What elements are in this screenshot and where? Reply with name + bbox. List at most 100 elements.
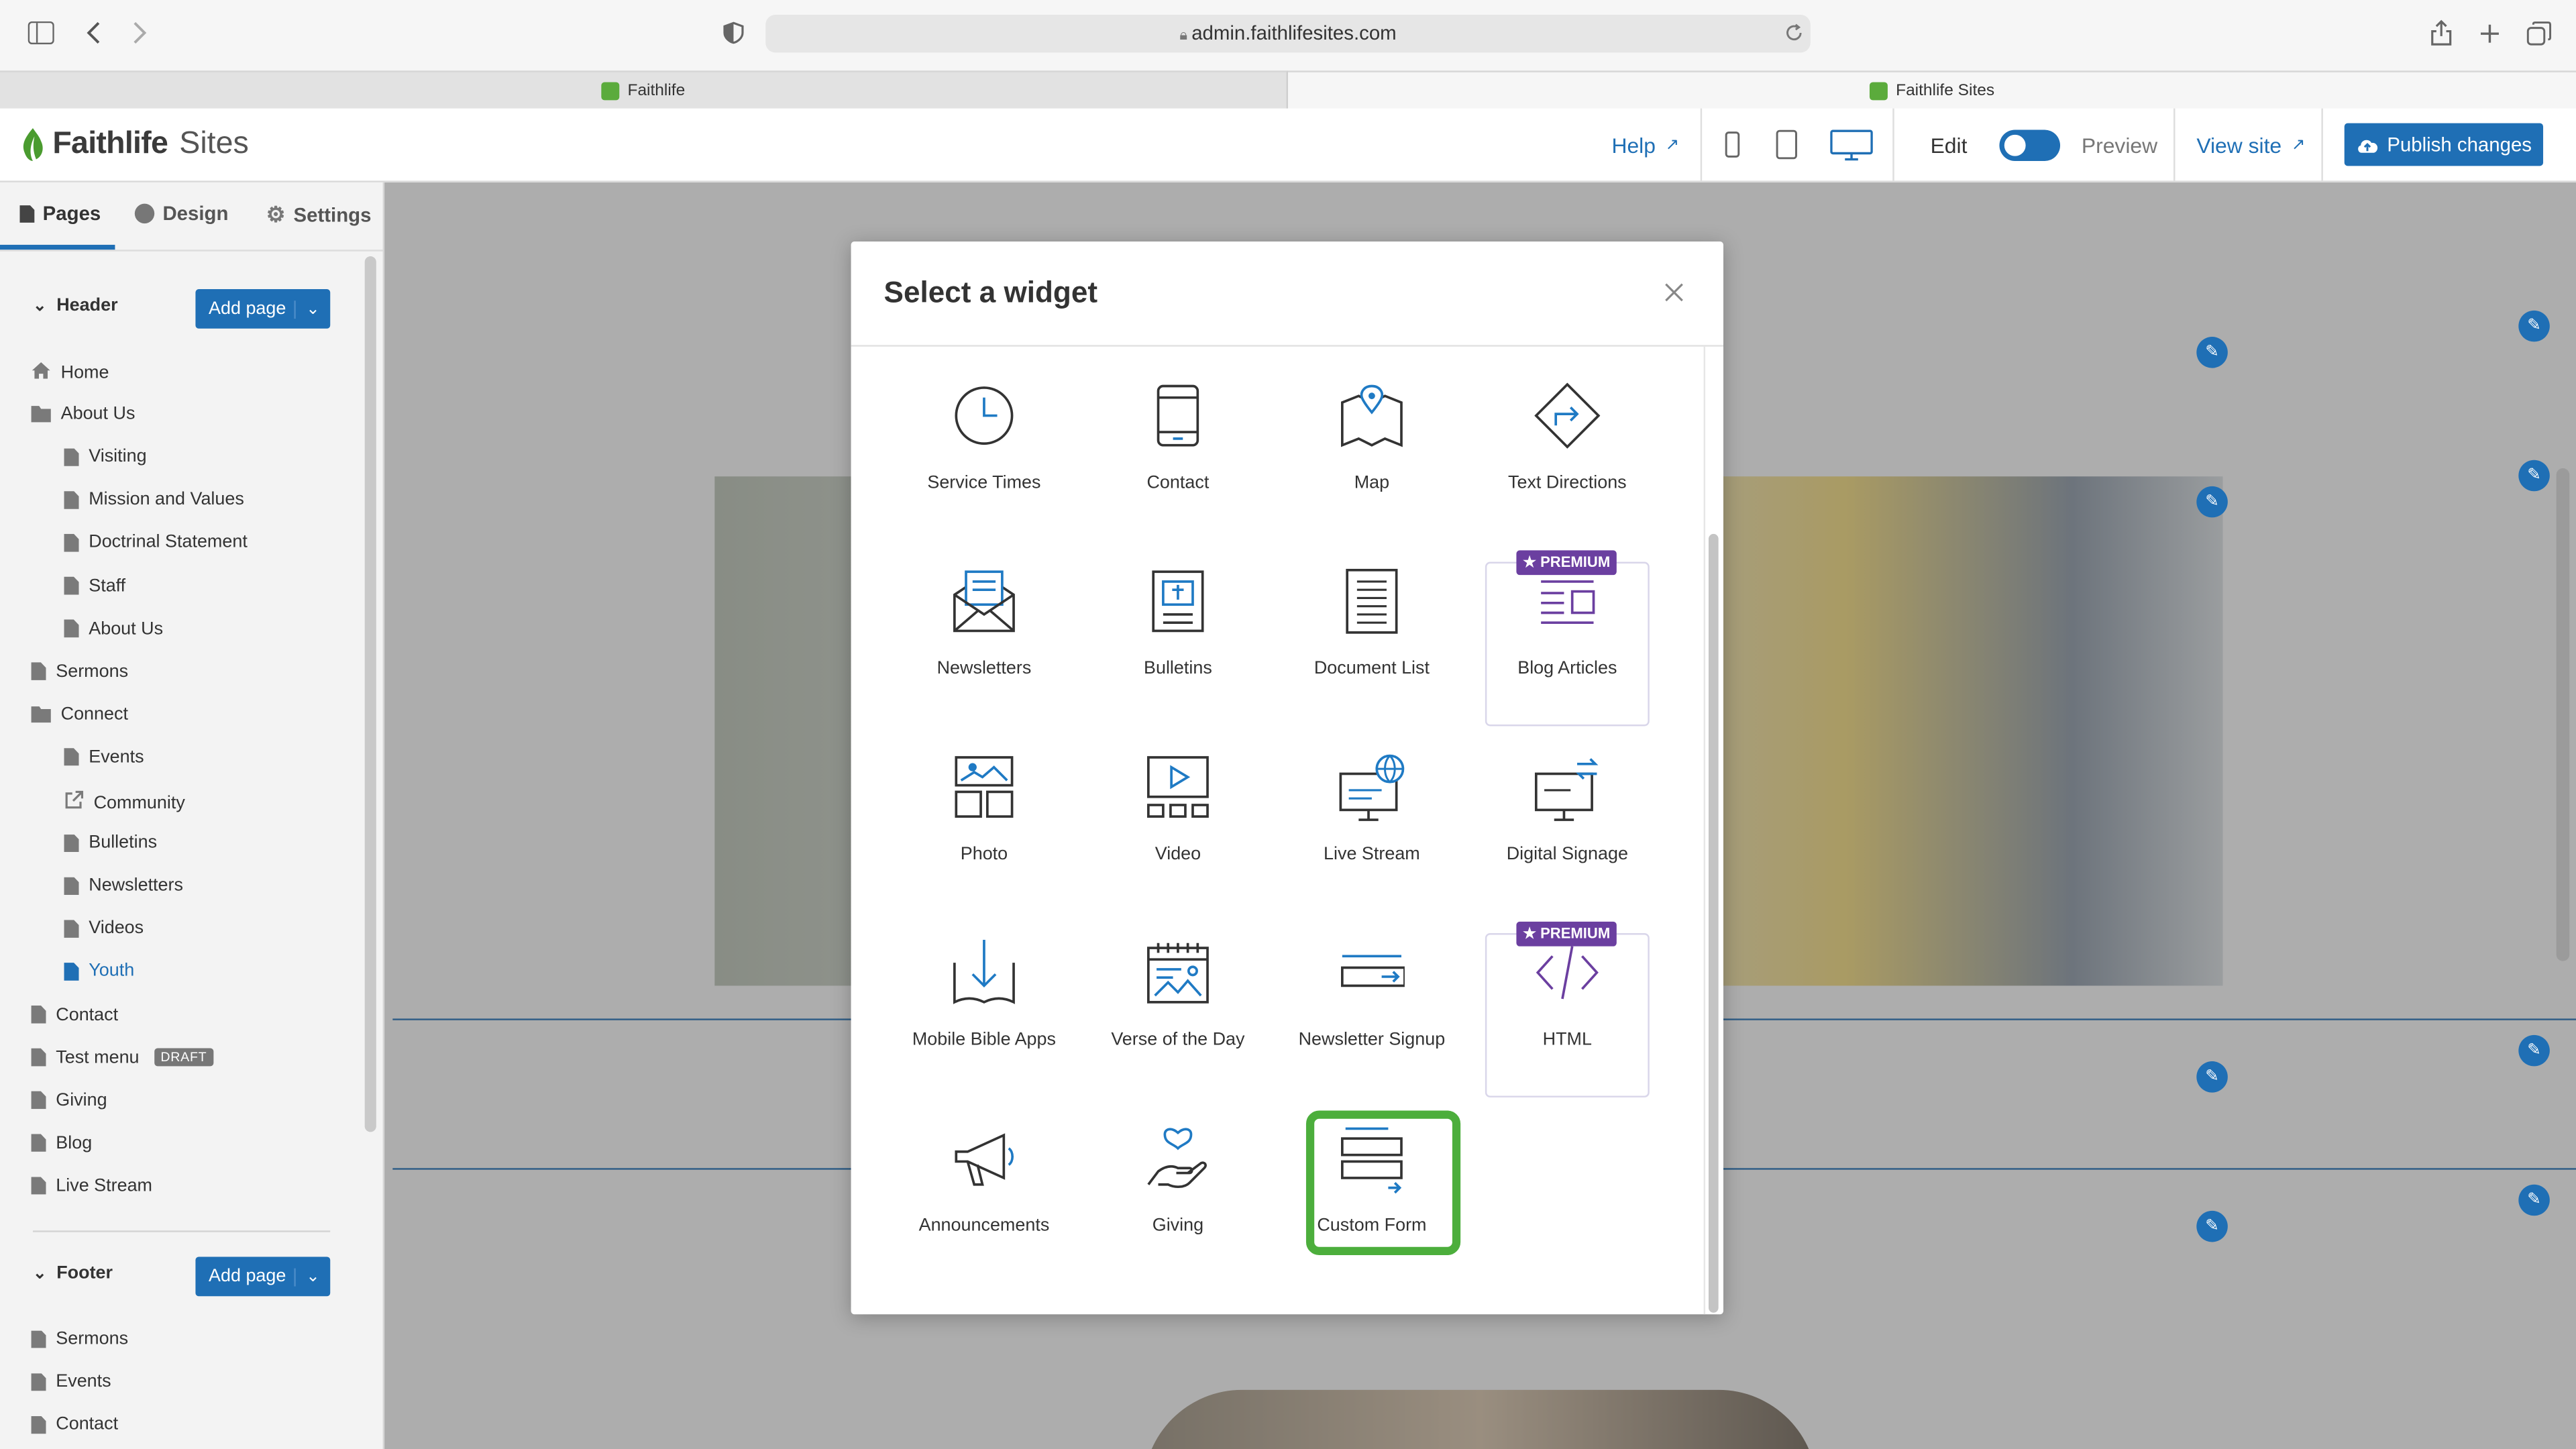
document-icon bbox=[1346, 568, 1398, 634]
edit-pencil-icon[interactable]: ✎ bbox=[2518, 1184, 2550, 1216]
edit-pencil-icon[interactable]: ✎ bbox=[2518, 310, 2550, 342]
widget-digital-signage[interactable]: Digital Signage bbox=[1485, 754, 1650, 912]
sidebar-item[interactable]: Events bbox=[64, 747, 144, 767]
widget-live-stream[interactable]: Live Stream bbox=[1289, 754, 1454, 912]
share-icon[interactable] bbox=[2430, 19, 2453, 46]
mobile-view-icon[interactable] bbox=[1725, 131, 1740, 158]
widget-verse-of-the-day[interactable]: Verse of the Day bbox=[1095, 940, 1260, 1097]
lock-icon: 🔒︎ bbox=[1179, 26, 1192, 43]
widget-newsletters[interactable]: Newsletters bbox=[902, 568, 1067, 726]
widget-announcements[interactable]: Announcements bbox=[902, 1126, 1067, 1283]
pages-sidebar: Pages Design ⚙ Settings ⌄ Header Add page ⌄… bbox=[0, 182, 385, 1449]
widget-html[interactable]: HTML bbox=[1485, 940, 1650, 1097]
sidebar-item[interactable]: Youth bbox=[64, 962, 134, 981]
reload-icon[interactable] bbox=[1784, 23, 1804, 42]
tab-settings[interactable]: ⚙ Settings bbox=[266, 202, 372, 228]
tab-pages[interactable]: Pages bbox=[19, 202, 101, 225]
desktop-view-icon[interactable] bbox=[1830, 129, 1873, 161]
sidebar-item[interactable]: Community bbox=[64, 790, 185, 815]
widget-video[interactable]: Video bbox=[1095, 754, 1260, 912]
widget-giving[interactable]: Giving bbox=[1095, 1126, 1260, 1283]
header-section-toggle[interactable]: ⌄ Header bbox=[33, 296, 118, 315]
preview-scrollbar[interactable] bbox=[2556, 468, 2570, 961]
widget-bulletins[interactable]: Bulletins bbox=[1095, 568, 1260, 726]
footer-add-page-button[interactable]: Add page ⌄ bbox=[195, 1256, 331, 1297]
tablet-view-icon[interactable] bbox=[1776, 129, 1797, 160]
sidebar-item[interactable]: Visiting bbox=[64, 447, 147, 467]
sidebar-item[interactable]: About Us bbox=[64, 619, 164, 639]
tab-faithlife[interactable]: Faithlife bbox=[0, 70, 1289, 111]
widget-contact[interactable]: Contact bbox=[1095, 383, 1260, 541]
sidebar-item[interactable]: Test menu DRAFT bbox=[31, 1047, 214, 1067]
widget-label: Video bbox=[1155, 844, 1201, 865]
widget-service-times[interactable]: Service Times bbox=[902, 383, 1067, 541]
sidebar-item[interactable]: Mission and Values bbox=[64, 490, 244, 510]
sidebar-item[interactable]: Newsletters bbox=[64, 876, 183, 896]
envelope-icon bbox=[953, 570, 1015, 633]
sidebar-item[interactable]: Sermons bbox=[31, 661, 129, 682]
edit-pencil-icon[interactable]: ✎ bbox=[2196, 1061, 2228, 1093]
palette-icon bbox=[134, 203, 155, 224]
sidebar-item[interactable]: Sermons bbox=[31, 1329, 129, 1349]
widget-map[interactable]: Map bbox=[1289, 383, 1454, 541]
edit-label: Edit bbox=[1930, 133, 1968, 158]
page-icon bbox=[31, 1091, 46, 1110]
tab-faithlife-sites[interactable]: Faithlife Sites bbox=[1288, 70, 2576, 111]
publish-changes-button[interactable]: Publish changes bbox=[2344, 123, 2544, 166]
sidebar-scrollbar[interactable] bbox=[364, 256, 376, 1132]
chevron-down-icon[interactable]: ⌄ bbox=[294, 299, 330, 318]
sidebar-item-label: Contact bbox=[56, 1004, 119, 1024]
widget-newsletter-signup[interactable]: Newsletter Signup bbox=[1289, 940, 1454, 1097]
back-icon[interactable] bbox=[85, 21, 101, 44]
page-icon bbox=[64, 919, 79, 938]
external-link-icon: ↗ bbox=[2291, 136, 2306, 155]
tab-label: Settings bbox=[293, 203, 372, 227]
edit-pencil-icon[interactable]: ✎ bbox=[2196, 1210, 2228, 1242]
sidebar-item[interactable]: Contact bbox=[31, 1004, 119, 1024]
modal-scrollbar[interactable] bbox=[1708, 533, 1719, 1313]
widget-photo[interactable]: Photo bbox=[902, 754, 1067, 912]
chevron-down-icon: ⌄ bbox=[32, 297, 47, 315]
privacy-shield-icon[interactable] bbox=[723, 21, 745, 44]
header-add-page-button[interactable]: Add page ⌄ bbox=[195, 289, 331, 329]
edit-preview-toggle[interactable] bbox=[1999, 129, 2061, 162]
sidebar-item[interactable]: Contact bbox=[31, 1415, 118, 1434]
widget-mobile-bible-apps[interactable]: Mobile Bible Apps bbox=[902, 939, 1067, 1097]
sidebar-item[interactable]: Connect bbox=[31, 704, 128, 724]
view-site-label: View site bbox=[2196, 133, 2282, 158]
sidebar-item[interactable]: Videos bbox=[64, 919, 144, 938]
sidebar-toggle-icon[interactable] bbox=[28, 21, 54, 45]
sidebar-item[interactable]: Live Stream bbox=[31, 1176, 152, 1196]
view-site-link[interactable]: View site ↗ bbox=[2196, 133, 2305, 158]
sidebar-item[interactable]: Home bbox=[32, 362, 109, 384]
tab-overview-icon[interactable] bbox=[2526, 21, 2552, 46]
page-icon bbox=[64, 533, 79, 552]
sidebar-item[interactable]: Doctrinal Statement bbox=[64, 533, 248, 553]
edit-pencil-icon[interactable]: ✎ bbox=[2196, 337, 2228, 368]
sidebar-item[interactable]: Blog bbox=[31, 1133, 92, 1153]
widget-document-list[interactable]: Document List bbox=[1289, 568, 1454, 726]
edit-pencil-icon[interactable]: ✎ bbox=[2196, 486, 2228, 518]
faithlife-leaf-icon bbox=[23, 128, 43, 162]
edit-pencil-icon[interactable]: ✎ bbox=[2518, 1034, 2550, 1067]
forward-icon[interactable] bbox=[131, 21, 148, 44]
sidebar-item[interactable]: Bulletins bbox=[64, 833, 158, 853]
chevron-down-icon[interactable]: ⌄ bbox=[294, 1267, 330, 1286]
sidebar-item[interactable]: Giving bbox=[31, 1090, 107, 1110]
tab-design[interactable]: Design bbox=[134, 202, 228, 225]
widget-custom-form[interactable]: Custom Form bbox=[1289, 1126, 1454, 1283]
widget-blog-articles[interactable]: Blog Articles bbox=[1485, 568, 1650, 726]
faithlife-sites-logo[interactable]: Faithlife Sites bbox=[19, 127, 249, 163]
close-icon[interactable] bbox=[1664, 282, 1684, 302]
faithlife-favicon-icon bbox=[1869, 82, 1888, 101]
sidebar-item[interactable]: Staff bbox=[64, 576, 125, 596]
new-tab-icon[interactable] bbox=[2479, 23, 2501, 44]
edit-pencil-icon[interactable]: ✎ bbox=[2518, 460, 2550, 492]
sidebar-item[interactable]: About Us bbox=[31, 405, 135, 424]
sidebar-item[interactable]: Events bbox=[31, 1372, 111, 1392]
footer-section-toggle[interactable]: ⌄ Footer bbox=[33, 1263, 113, 1283]
help-link[interactable]: Help ↗ bbox=[1611, 133, 1679, 158]
sidebar-item-label: Bulletins bbox=[89, 833, 158, 853]
widget-text-directions[interactable]: Text Directions bbox=[1485, 382, 1650, 541]
address-bar[interactable]: 🔒︎ admin.faithlifesites.com bbox=[765, 15, 1811, 53]
